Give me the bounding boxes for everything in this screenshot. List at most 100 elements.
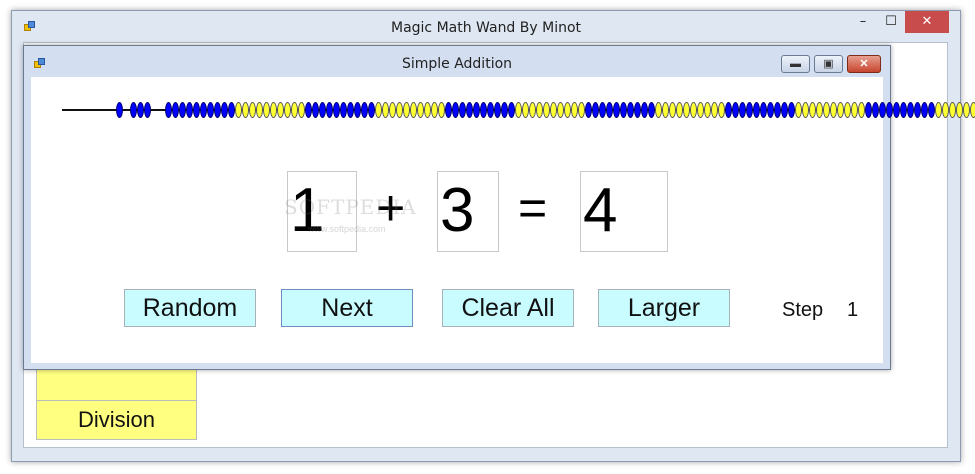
yellow-bead[interactable] <box>557 102 564 118</box>
yellow-bead[interactable] <box>270 102 277 118</box>
blue-bead[interactable] <box>312 102 319 118</box>
blue-bead[interactable] <box>459 102 466 118</box>
yellow-bead[interactable] <box>718 102 725 118</box>
yellow-bead[interactable] <box>515 102 522 118</box>
yellow-bead[interactable] <box>424 102 431 118</box>
child-minimize-button[interactable]: ▬ <box>781 55 810 73</box>
yellow-bead[interactable] <box>242 102 249 118</box>
yellow-bead[interactable] <box>543 102 550 118</box>
blue-bead[interactable] <box>872 102 879 118</box>
minimize-button[interactable]: – <box>852 11 874 33</box>
yellow-bead[interactable] <box>949 102 956 118</box>
yellow-bead[interactable] <box>830 102 837 118</box>
yellow-bead[interactable] <box>669 102 676 118</box>
result-box[interactable]: 4 <box>580 171 668 252</box>
yellow-bead[interactable] <box>564 102 571 118</box>
yellow-bead[interactable] <box>550 102 557 118</box>
child-titlebar[interactable]: Simple Addition ▬ ▣ ✕ <box>24 46 890 78</box>
blue-bead[interactable] <box>326 102 333 118</box>
yellow-bead[interactable] <box>837 102 844 118</box>
yellow-bead[interactable] <box>389 102 396 118</box>
yellow-bead[interactable] <box>655 102 662 118</box>
blue-bead[interactable] <box>739 102 746 118</box>
blue-bead[interactable] <box>207 102 214 118</box>
yellow-bead[interactable] <box>277 102 284 118</box>
random-button[interactable]: Random <box>124 289 256 327</box>
yellow-bead[interactable] <box>529 102 536 118</box>
yellow-bead[interactable] <box>578 102 585 118</box>
yellow-bead[interactable] <box>382 102 389 118</box>
blue-bead[interactable] <box>634 102 641 118</box>
blue-bead[interactable] <box>732 102 739 118</box>
blue-bead[interactable] <box>361 102 368 118</box>
yellow-bead[interactable] <box>291 102 298 118</box>
yellow-bead[interactable] <box>858 102 865 118</box>
yellow-bead[interactable] <box>823 102 830 118</box>
blue-bead[interactable] <box>767 102 774 118</box>
yellow-bead[interactable] <box>249 102 256 118</box>
blue-bead[interactable] <box>620 102 627 118</box>
division-button[interactable]: Division <box>36 400 197 440</box>
blue-bead[interactable] <box>921 102 928 118</box>
blue-bead[interactable] <box>914 102 921 118</box>
yellow-bead[interactable] <box>417 102 424 118</box>
yellow-bead[interactable] <box>571 102 578 118</box>
blue-bead[interactable] <box>753 102 760 118</box>
blue-bead[interactable] <box>221 102 228 118</box>
blue-bead[interactable] <box>599 102 606 118</box>
blue-bead[interactable] <box>473 102 480 118</box>
yellow-bead[interactable] <box>263 102 270 118</box>
child-maximize-button[interactable]: ▣ <box>814 55 843 73</box>
yellow-bead[interactable] <box>795 102 802 118</box>
yellow-bead[interactable] <box>711 102 718 118</box>
blue-bead[interactable] <box>480 102 487 118</box>
yellow-bead[interactable] <box>956 102 963 118</box>
yellow-bead[interactable] <box>396 102 403 118</box>
bead-rack[interactable] <box>62 99 975 121</box>
yellow-bead[interactable] <box>697 102 704 118</box>
blue-bead[interactable] <box>368 102 375 118</box>
blue-bead[interactable] <box>179 102 186 118</box>
next-button[interactable]: Next <box>281 289 413 327</box>
blue-bead[interactable] <box>319 102 326 118</box>
yellow-bead[interactable] <box>662 102 669 118</box>
blue-bead[interactable] <box>592 102 599 118</box>
blue-bead[interactable] <box>907 102 914 118</box>
blue-bead[interactable] <box>305 102 312 118</box>
blue-bead[interactable] <box>501 102 508 118</box>
blue-bead[interactable] <box>788 102 795 118</box>
yellow-bead[interactable] <box>431 102 438 118</box>
yellow-bead[interactable] <box>963 102 970 118</box>
blue-bead[interactable] <box>613 102 620 118</box>
yellow-bead[interactable] <box>410 102 417 118</box>
blue-bead[interactable] <box>508 102 515 118</box>
blue-bead[interactable] <box>893 102 900 118</box>
blue-bead[interactable] <box>585 102 592 118</box>
yellow-bead[interactable] <box>690 102 697 118</box>
blue-bead[interactable] <box>228 102 235 118</box>
blue-bead[interactable] <box>347 102 354 118</box>
yellow-bead[interactable] <box>235 102 242 118</box>
blue-bead[interactable] <box>606 102 613 118</box>
yellow-bead[interactable] <box>816 102 823 118</box>
yellow-bead[interactable] <box>256 102 263 118</box>
yellow-bead[interactable] <box>851 102 858 118</box>
blue-bead[interactable] <box>494 102 501 118</box>
blue-bead[interactable] <box>627 102 634 118</box>
blue-bead[interactable] <box>774 102 781 118</box>
blue-bead[interactable] <box>354 102 361 118</box>
yellow-bead[interactable] <box>298 102 305 118</box>
blue-bead[interactable] <box>193 102 200 118</box>
close-button[interactable]: ✕ <box>905 11 949 33</box>
blue-bead[interactable] <box>333 102 340 118</box>
blue-bead[interactable] <box>466 102 473 118</box>
yellow-bead[interactable] <box>284 102 291 118</box>
child-close-button[interactable]: ✕ <box>847 55 881 73</box>
yellow-bead[interactable] <box>935 102 942 118</box>
yellow-bead[interactable] <box>522 102 529 118</box>
blue-bead[interactable] <box>879 102 886 118</box>
blue-bead[interactable] <box>340 102 347 118</box>
blue-bead[interactable] <box>886 102 893 118</box>
yellow-bead[interactable] <box>970 102 975 118</box>
operand-b-box[interactable]: 3 <box>437 171 499 252</box>
